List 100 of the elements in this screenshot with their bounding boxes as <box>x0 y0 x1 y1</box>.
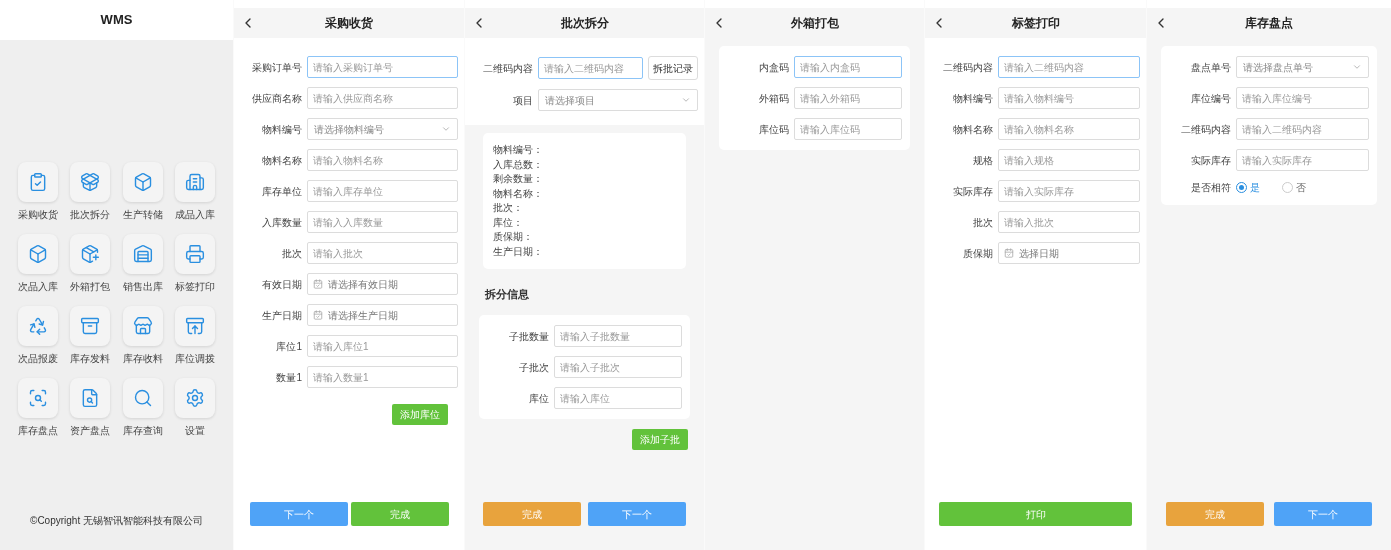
info-line: 生产日期： <box>493 244 544 259</box>
chevron-icon <box>441 124 451 134</box>
date-field[interactable]: 选择日期 <box>998 242 1140 264</box>
cube-icon <box>28 244 49 264</box>
text-input[interactable]: 请输入库存单位 <box>307 180 458 202</box>
info-line: 物料名称： <box>493 186 544 201</box>
field-label: 是否相符 <box>1190 181 1231 195</box>
section-heading: 拆分信息 <box>485 288 529 300</box>
field-label: 库位 <box>528 391 549 406</box>
printer-icon <box>184 244 205 264</box>
text-input[interactable]: 请输入批次 <box>307 242 458 264</box>
date-field[interactable]: 请选择生产日期 <box>307 304 458 326</box>
page-title: 采购收货 <box>325 15 373 32</box>
text-input[interactable]: 请输入实际库存 <box>998 180 1140 202</box>
text-input[interactable]: 请输入子批数量 <box>554 325 682 347</box>
info-line: 物料编号： <box>493 143 544 157</box>
text-input[interactable]: 请输入库位 <box>554 387 682 409</box>
app-title: WMS <box>100 11 133 30</box>
field-label: 实际库存 <box>952 184 993 199</box>
field-label: 实际库存 <box>1190 153 1231 168</box>
page-title: 库存盘点 <box>1245 15 1293 32</box>
warehouse-icon <box>132 244 153 264</box>
field-label: 外箱码 <box>758 91 789 106</box>
field-label: 库位编号 <box>1190 91 1231 106</box>
field-label: 库位1 <box>275 339 302 354</box>
info-line: 入库总数： <box>493 157 544 172</box>
field-label: 质保期 <box>962 246 993 261</box>
text-input[interactable]: 请输入数量1 <box>307 366 458 388</box>
field-label: 子批数量 <box>508 329 549 344</box>
text-input[interactable]: 请输入子批次 <box>554 356 682 378</box>
info-line: 质保期： <box>493 230 534 244</box>
field-label: 物料名称 <box>261 153 302 168</box>
field-label: 库存单位 <box>261 184 302 199</box>
text-input[interactable]: 请输入内盒码 <box>794 56 902 78</box>
text-input[interactable]: 请输入库位码 <box>794 118 902 140</box>
building-icon <box>184 172 205 192</box>
calendar-icon <box>1004 248 1014 258</box>
select-field[interactable]: 请选择项目 <box>538 89 698 111</box>
field-label: 二维码内容 <box>482 61 533 76</box>
field-label: 物料编号 <box>261 122 302 137</box>
open-package-icon <box>80 172 101 192</box>
field-label: 批次 <box>972 215 993 230</box>
text-input[interactable]: 请输入采购订单号 <box>307 56 458 78</box>
text-input[interactable]: 请输入库位编号 <box>1236 87 1369 109</box>
archive-icon <box>80 316 101 336</box>
field-label: 二维码内容 <box>942 60 993 75</box>
field-label: 入库数量 <box>261 215 302 230</box>
text-input[interactable]: 请输入外箱码 <box>794 87 902 109</box>
text-input[interactable]: 请输入二维码内容 <box>998 56 1140 78</box>
page-title: 标签打印 <box>1011 15 1060 32</box>
select-field[interactable]: 请选择物料编号 <box>307 118 458 140</box>
text-input[interactable]: 请输入规格 <box>998 149 1140 171</box>
field-label: 物料编号 <box>952 91 993 106</box>
package-plus-icon <box>80 244 101 264</box>
scan-search-icon <box>28 388 49 408</box>
field-label: 规格 <box>972 153 993 168</box>
page-title: 外箱打包 <box>790 15 839 32</box>
field-label: 子批次 <box>518 360 549 375</box>
field-label: 盘点单号 <box>1190 60 1231 75</box>
field-label: 供应商名称 <box>251 91 302 106</box>
chevron-icon <box>1352 62 1362 72</box>
archive-arrow-icon <box>184 316 205 336</box>
text-input[interactable]: 请输入二维码内容 <box>538 57 643 79</box>
recycle-icon <box>28 316 49 336</box>
text-input[interactable]: 请输入库位1 <box>307 335 458 357</box>
calendar-icon <box>313 310 323 320</box>
chevron-icon <box>681 95 691 105</box>
record-button[interactable]: 拆批记录 <box>648 56 698 80</box>
date-field[interactable]: 请选择有效日期 <box>307 273 458 295</box>
field-label: 物料名称 <box>952 122 993 137</box>
page-title: 批次拆分 <box>560 15 609 32</box>
text-input[interactable]: 请输入物料编号 <box>998 87 1140 109</box>
text-input[interactable]: 请输入物料名称 <box>307 149 458 171</box>
field-label: 采购订单号 <box>251 60 302 75</box>
info-line: 库位： <box>493 215 524 230</box>
text-input[interactable]: 请输入入库数量 <box>307 211 458 233</box>
text-input[interactable]: 请输入供应商名称 <box>307 87 458 109</box>
radio-option[interactable]: 是 <box>1236 180 1260 195</box>
text-input[interactable]: 请输入实际库存 <box>1236 149 1369 171</box>
text-input[interactable]: 请输入物料名称 <box>998 118 1140 140</box>
info-line: 批次： <box>493 201 524 215</box>
text-input[interactable]: 请输入二维码内容 <box>1236 118 1369 140</box>
select-field[interactable]: 请选择盘点单号 <box>1236 56 1369 78</box>
field-label: 数量1 <box>275 370 302 385</box>
radio-option[interactable]: 否 <box>1282 180 1306 195</box>
field-label: 二维码内容 <box>1180 122 1231 137</box>
info-line: 剩余数量： <box>493 172 544 186</box>
field-label: 内盒码 <box>758 60 789 75</box>
settings-icon <box>184 388 205 408</box>
text-input[interactable]: 请输入批次 <box>998 211 1140 233</box>
field-label: 项目 <box>512 93 533 108</box>
field-label: 生产日期 <box>261 308 302 323</box>
calendar-icon <box>313 279 323 289</box>
store-icon <box>132 316 153 336</box>
box-icon <box>132 172 153 192</box>
search-icon <box>132 388 153 408</box>
copyright-text: ©Copyright 无锡智讯智能科技有限公司 <box>30 514 203 528</box>
field-label: 有效日期 <box>261 277 302 292</box>
field-label: 批次 <box>281 246 302 261</box>
field-label: 库位码 <box>758 122 789 137</box>
